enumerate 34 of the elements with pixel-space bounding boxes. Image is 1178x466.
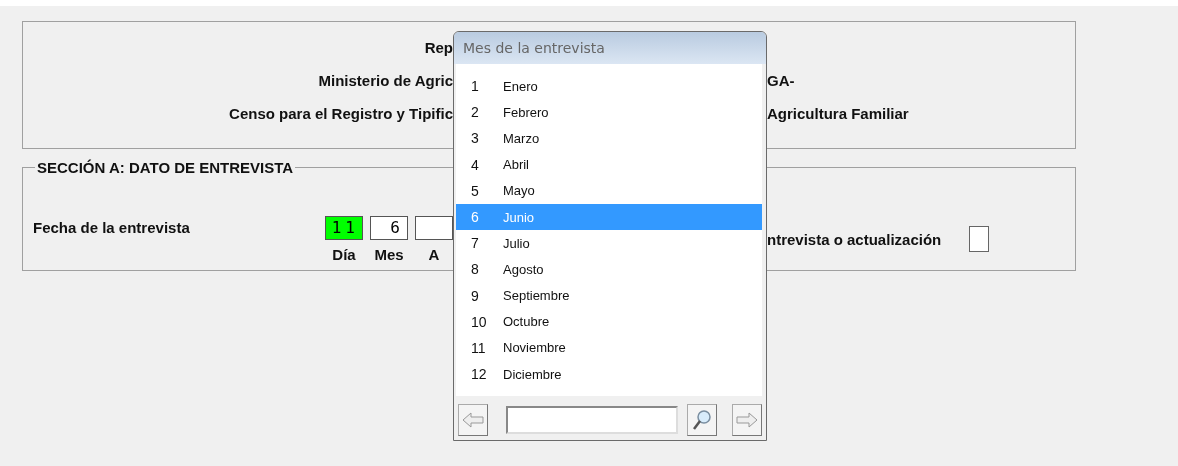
- header-text: Ministerio de Agric: [318, 71, 453, 89]
- list-item[interactable]: 5 Mayo: [456, 177, 762, 204]
- field-caption: A: [428, 246, 440, 263]
- list-item[interactable]: 8 Agosto: [456, 256, 762, 283]
- list-item[interactable]: 10 Octubre: [456, 308, 762, 335]
- header-text: Rep: [424, 38, 453, 56]
- list-item[interactable]: 11 Noviembre: [456, 334, 762, 362]
- search-field[interactable]: [506, 406, 678, 434]
- header-text: GA-: [767, 71, 795, 89]
- search-icon: [692, 409, 712, 431]
- left-arrow-icon: [462, 412, 484, 428]
- list-item[interactable]: 3 Marzo: [456, 125, 762, 152]
- next-button[interactable]: [732, 404, 762, 436]
- field-label: ntrevista o actualización: [767, 230, 942, 248]
- list-item[interactable]: 1 Enero: [456, 73, 762, 100]
- field-label: Fecha de la entrevista: [33, 219, 191, 236]
- answer-box[interactable]: [969, 226, 990, 252]
- header-text: Agricultura Familiar: [767, 104, 909, 122]
- list-item[interactable]: 9 Septiembre: [456, 282, 762, 309]
- list-item[interactable]: 2 Febrero: [456, 99, 762, 126]
- header-text: Censo para el Registro y Tipific: [229, 104, 453, 122]
- previous-button[interactable]: [458, 404, 488, 436]
- section-title: SECCIÓN A: DATO DE ENTREVISTA: [36, 159, 295, 176]
- right-arrow-icon: [736, 412, 758, 428]
- digit-field[interactable]: 6: [370, 216, 408, 240]
- field-caption: Mes: [374, 246, 404, 263]
- dialog-title: Mes de la entrevista: [454, 32, 766, 64]
- list-item[interactable]: 12 Diciembre: [456, 361, 762, 388]
- search-button[interactable]: [687, 404, 717, 436]
- list-item[interactable]: 7 Julio: [456, 230, 762, 257]
- list-item[interactable]: 4 Abril: [456, 151, 762, 178]
- digit-field[interactable]: 11: [325, 216, 363, 240]
- digit-field[interactable]: [415, 216, 453, 240]
- field-caption: Día: [332, 246, 356, 263]
